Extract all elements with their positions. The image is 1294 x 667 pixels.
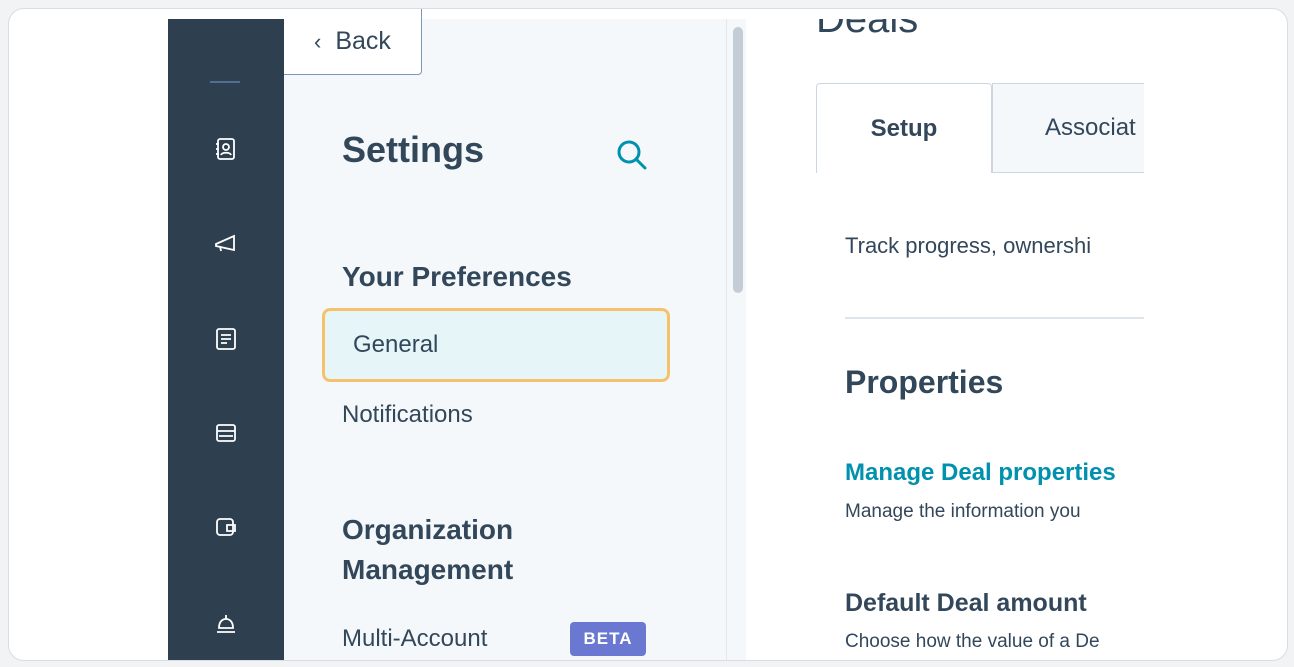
- service-bell-icon[interactable]: [212, 609, 240, 637]
- contacts-icon[interactable]: [212, 135, 240, 163]
- divider: [845, 317, 1144, 319]
- search-icon[interactable]: [614, 137, 650, 173]
- settings-title: Settings: [342, 129, 485, 170]
- section-organization-line2: Management: [342, 554, 514, 585]
- manage-properties-description: Manage the information you: [845, 501, 1081, 522]
- settings-item-multi-account[interactable]: Multi-Account: [342, 625, 487, 653]
- back-label: Back: [335, 27, 391, 55]
- properties-heading: Properties: [845, 364, 1004, 400]
- settings-scrollbar[interactable]: [726, 19, 748, 660]
- nav-divider: [210, 81, 240, 83]
- settings-item-general[interactable]: General: [322, 308, 670, 382]
- default-deal-amount-description: Choose how the value of a De: [845, 631, 1100, 652]
- beta-badge: BETA: [570, 622, 646, 656]
- service-wallet-icon[interactable]: [212, 513, 240, 541]
- page-description: Track progress, ownershi: [845, 233, 1092, 258]
- back-button[interactable]: ‹ Back: [284, 9, 422, 75]
- tab-associations[interactable]: Associat: [992, 83, 1144, 173]
- commerce-icon[interactable]: [212, 419, 240, 447]
- manage-deal-properties-link[interactable]: Manage Deal properties: [845, 459, 1116, 487]
- app-window: ‹ Back Settings Your Preferences General…: [8, 8, 1288, 661]
- marketing-megaphone-icon[interactable]: [212, 229, 240, 257]
- section-your-preferences: Your Preferences: [342, 261, 572, 292]
- chevron-left-icon: ‹: [314, 28, 322, 54]
- default-deal-amount-heading: Default Deal amount: [845, 589, 1087, 617]
- page-title: Deals: [816, 19, 919, 41]
- section-organization-line1: Organization: [342, 514, 514, 545]
- tab-setup[interactable]: Setup: [816, 83, 992, 173]
- scrollbar-thumb[interactable]: [733, 27, 743, 293]
- settings-item-notifications[interactable]: Notifications: [342, 401, 473, 429]
- main-content: Deals Setup Associat Track progress, own…: [746, 19, 1144, 660]
- content-icon[interactable]: [212, 325, 240, 353]
- settings-sidebar: ‹ Back Settings Your Preferences General…: [284, 9, 726, 660]
- main-nav-rail: [168, 19, 284, 660]
